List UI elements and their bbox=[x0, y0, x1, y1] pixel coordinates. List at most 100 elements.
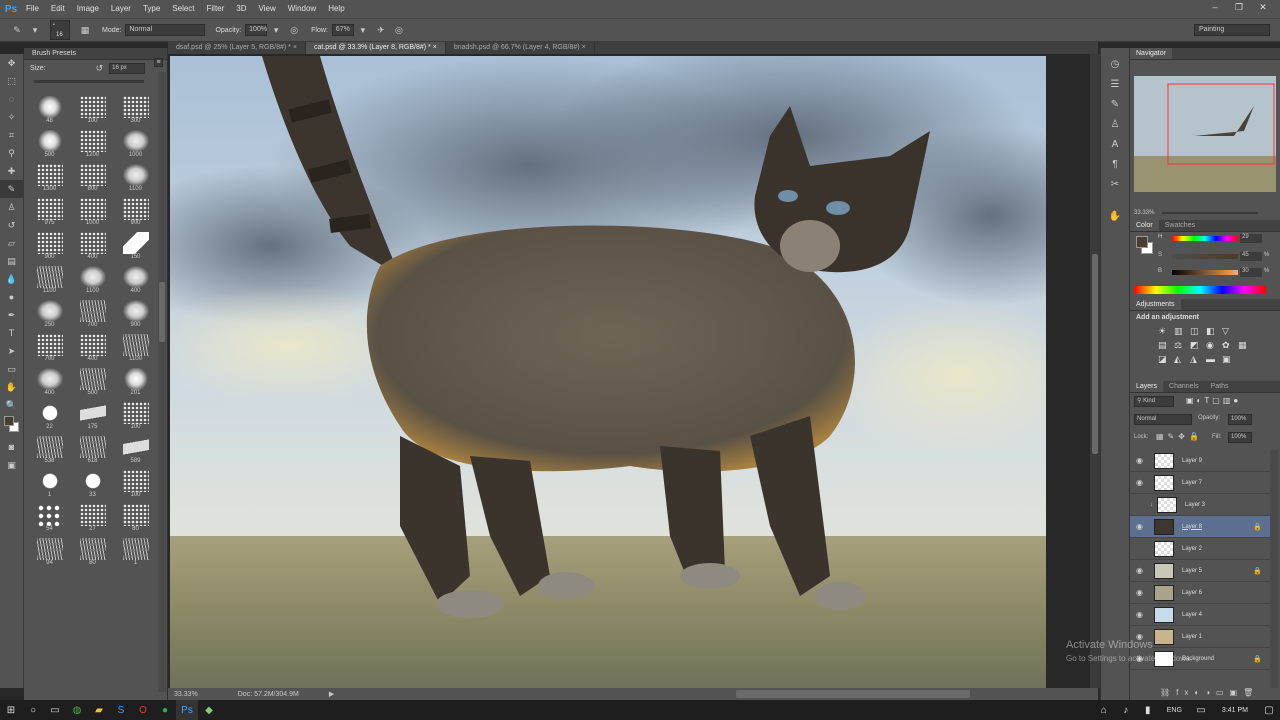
brush-preset-cell[interactable]: 900 bbox=[114, 194, 157, 228]
canvas-vertical-scrollbar[interactable] bbox=[1090, 54, 1100, 688]
tab-layers[interactable]: Layers bbox=[1130, 381, 1164, 392]
network-icon[interactable]: ⌂ bbox=[1093, 700, 1115, 720]
hue-saturation-icon[interactable]: ▤ bbox=[1158, 340, 1174, 354]
canvas-area[interactable] bbox=[168, 54, 1098, 688]
layer-row[interactable]: ↓ Layer 3 bbox=[1130, 494, 1270, 516]
brush-preset-cell[interactable]: 400 bbox=[71, 228, 114, 262]
brush-preset-cell[interactable]: 800 bbox=[71, 160, 114, 194]
layers-footer-icons[interactable]: ⛓fx◐◑▭▣🗑 bbox=[1160, 688, 1274, 698]
saturation-slider[interactable] bbox=[1172, 254, 1238, 259]
task-view-icon[interactable]: ▭ bbox=[44, 700, 66, 720]
brush-preset-cell[interactable]: 700 bbox=[71, 296, 114, 330]
brush-preset-cell[interactable]: 100 bbox=[114, 398, 157, 432]
eye-icon[interactable]: ◉ bbox=[1136, 478, 1146, 487]
brush-presets-scrollbar[interactable] bbox=[158, 72, 166, 692]
brush-preset-cell[interactable]: 1 bbox=[28, 466, 71, 500]
canvas-horizontal-scrollbar[interactable] bbox=[268, 688, 1088, 700]
tab-swatches[interactable]: Swatches bbox=[1159, 220, 1201, 231]
actions-panel-icon[interactable]: ✋ bbox=[1101, 206, 1129, 226]
threshold-icon[interactable]: ◮ bbox=[1190, 354, 1206, 368]
battery-icon[interactable]: ▮ bbox=[1137, 700, 1159, 720]
opacity-field[interactable]: 100% bbox=[245, 24, 268, 36]
screen-mode-icon[interactable]: ▣ bbox=[0, 456, 23, 474]
layers-scrollbar[interactable] bbox=[1270, 450, 1278, 688]
fill-field[interactable]: 100% bbox=[1228, 432, 1252, 443]
brush-preset-cell[interactable]: 1100 bbox=[71, 262, 114, 296]
language-indicator[interactable]: ENG bbox=[1167, 707, 1182, 714]
close-icon[interactable]: × bbox=[582, 44, 586, 51]
brush-preset-cell[interactable]: 900 bbox=[28, 228, 71, 262]
posterize-icon[interactable]: ◭ bbox=[1174, 354, 1190, 368]
navigator-zoom[interactable]: 33.33% bbox=[1134, 210, 1154, 216]
type-tool-icon[interactable]: T bbox=[0, 324, 23, 342]
tab-adjustments[interactable]: Adjustments bbox=[1130, 299, 1181, 310]
clone-stamp-tool-icon[interactable]: ♙ bbox=[0, 198, 23, 216]
black-white-icon[interactable]: ◩ bbox=[1190, 340, 1206, 354]
brush-preset-cell[interactable]: 22 bbox=[28, 398, 71, 432]
layer-blend-select[interactable]: Normal bbox=[1134, 414, 1192, 425]
brush-tool-icon[interactable]: ✎ bbox=[0, 180, 23, 198]
pen-tool-icon[interactable]: ✒ bbox=[0, 306, 23, 324]
eraser-tool-icon[interactable]: ▱ bbox=[0, 234, 23, 252]
menu-type[interactable]: Type bbox=[137, 0, 166, 18]
brush-preset-cell[interactable]: 400 bbox=[71, 330, 114, 364]
invert-icon[interactable]: ◪ bbox=[1158, 354, 1174, 368]
quick-select-tool-icon[interactable]: ✧ bbox=[0, 108, 23, 126]
brush-preset-cell[interactable]: 1000 bbox=[71, 194, 114, 228]
menu-edit[interactable]: Edit bbox=[45, 0, 71, 18]
photoshop-taskbar-icon[interactable]: Ps bbox=[176, 700, 198, 720]
clock[interactable]: 3:41 PM bbox=[1222, 707, 1248, 714]
brush-preset-cell[interactable]: 1 bbox=[114, 534, 157, 568]
selective-color-icon[interactable]: ▣ bbox=[1222, 354, 1238, 368]
lasso-tool-icon[interactable]: ◌ bbox=[0, 90, 23, 108]
tab-navigator[interactable]: Navigator bbox=[1130, 48, 1172, 59]
history-brush-tool-icon[interactable]: ↺ bbox=[0, 216, 23, 234]
crop-tool-icon[interactable]: ⌗ bbox=[0, 126, 23, 144]
levels-icon[interactable]: ▥ bbox=[1174, 326, 1190, 340]
brush-preset-cell[interactable]: 100 bbox=[71, 92, 114, 126]
move-tool-icon[interactable]: ✥ bbox=[0, 54, 23, 72]
brush-preset-cell[interactable]: 150 bbox=[114, 228, 157, 262]
brush-preset-cell[interactable]: 1100 bbox=[114, 160, 157, 194]
eyedropper-tool-icon[interactable]: ⚲ bbox=[0, 144, 23, 162]
display-icon[interactable]: ▭ bbox=[1190, 700, 1212, 720]
brush-preset-cell[interactable]: 100 bbox=[114, 466, 157, 500]
tool-presets-icon[interactable]: ✂ bbox=[1101, 174, 1129, 194]
history-panel-icon[interactable]: ◷ bbox=[1101, 54, 1129, 74]
pressure-opacity-icon[interactable]: ◎ bbox=[287, 23, 301, 37]
brightness-slider[interactable] bbox=[1172, 270, 1238, 275]
mode-select[interactable]: Normal bbox=[125, 24, 206, 36]
s-value[interactable]: 45 bbox=[1240, 252, 1262, 261]
channel-mixer-icon[interactable]: ✿ bbox=[1222, 340, 1238, 354]
brush-preset-cell[interactable]: 1100 bbox=[114, 330, 157, 364]
minimize-icon[interactable]: – bbox=[1206, 0, 1224, 14]
layer-filter-select[interactable]: ⚲ Kind bbox=[1134, 396, 1174, 407]
eye-icon[interactable]: ◉ bbox=[1136, 522, 1146, 531]
marquee-tool-icon[interactable]: ⬚ bbox=[0, 72, 23, 90]
brush-preset-cell[interactable]: 94 bbox=[28, 534, 71, 568]
navigator-zoom-slider[interactable] bbox=[1162, 212, 1259, 214]
reset-size-icon[interactable]: ↺ bbox=[96, 63, 104, 74]
workspace-select[interactable]: Painting bbox=[1194, 24, 1270, 36]
brush-preset-cell[interactable]: 400 bbox=[28, 364, 71, 398]
healing-tool-icon[interactable]: ✚ bbox=[0, 162, 23, 180]
brush-preset-cell[interactable]: 1300 bbox=[28, 160, 71, 194]
tab-dsaf[interactable]: dsaf.psd @ 25% (Layer 5, RGB/8#) * × bbox=[168, 42, 306, 54]
brush-preset-cell[interactable]: 201 bbox=[114, 364, 157, 398]
brush-preset-cell[interactable]: 1100 bbox=[28, 262, 71, 296]
gradient-map-icon[interactable]: ▬ bbox=[1206, 354, 1222, 368]
status-zoom[interactable]: 33.33% bbox=[174, 691, 198, 698]
brush-panel-icon[interactable]: ✎ bbox=[1101, 94, 1129, 114]
color-balance-icon[interactable]: ⚖ bbox=[1174, 340, 1190, 354]
file-explorer-icon[interactable]: ▰ bbox=[88, 700, 110, 720]
dodge-tool-icon[interactable]: ● bbox=[0, 288, 23, 306]
brush-preset-cell[interactable]: 538 bbox=[28, 432, 71, 466]
eye-icon[interactable]: ◉ bbox=[1136, 566, 1146, 575]
windows-start-icon[interactable]: ⊞ bbox=[0, 700, 22, 720]
menu-image[interactable]: Image bbox=[71, 0, 105, 18]
layer-row[interactable]: ◉ Layer 5 🔒 bbox=[1130, 560, 1270, 582]
menu-view[interactable]: View bbox=[253, 0, 282, 18]
maximize-icon[interactable]: ❐ bbox=[1230, 0, 1248, 14]
color-spectrum-bar[interactable] bbox=[1134, 286, 1266, 294]
panel-menu-icon[interactable]: ≡ bbox=[154, 58, 163, 67]
